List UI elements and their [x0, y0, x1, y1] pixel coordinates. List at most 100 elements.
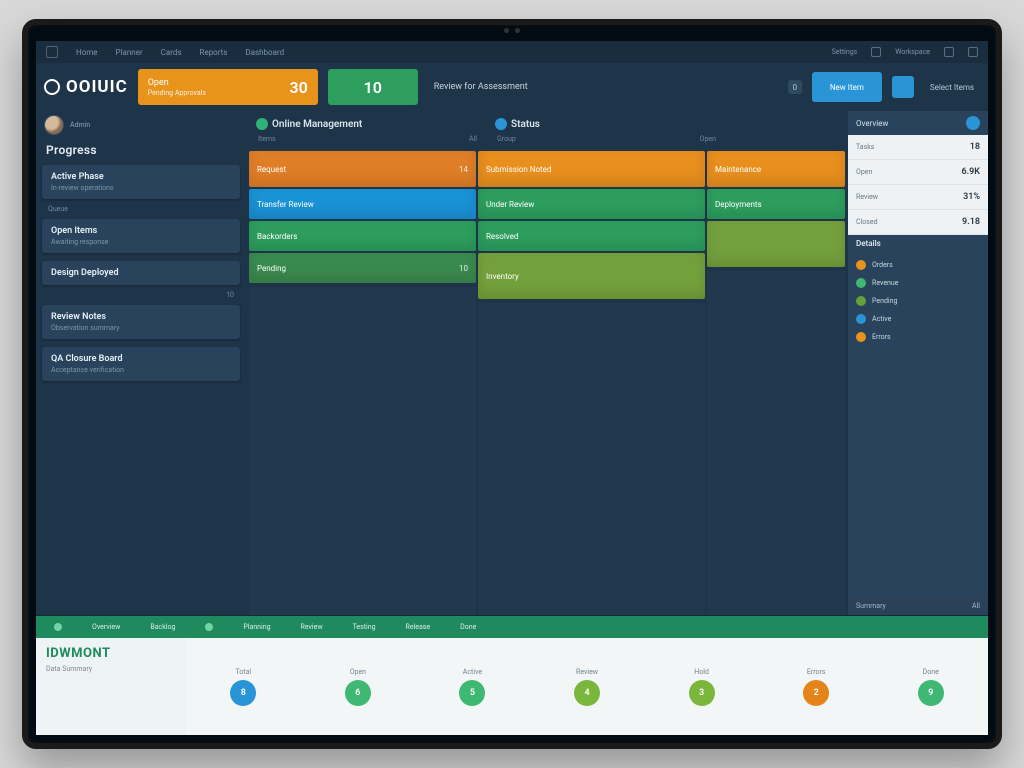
brand-logo[interactable]: OOIUIC	[44, 77, 128, 97]
brand-ring-icon	[44, 79, 60, 95]
nav-item[interactable]: Cards	[161, 48, 182, 57]
info-panel-title: Overview	[856, 119, 888, 128]
info-row[interactable]: Review 31%	[848, 185, 988, 210]
metric[interactable]: Hold3	[656, 668, 747, 706]
bar-item[interactable]: Release	[406, 623, 431, 631]
info-value: 31%	[963, 192, 980, 202]
status-dot-icon	[54, 623, 62, 631]
avatar[interactable]	[44, 115, 64, 135]
info-panel: Overview Tasks18 Open6.9K Review 31% Clos…	[848, 111, 988, 615]
card-label: Deployments	[715, 200, 762, 209]
action-button[interactable]	[892, 76, 914, 98]
info-row[interactable]: Tasks18	[848, 135, 988, 160]
stat-card-open[interactable]: Open Pending Approvals 30	[138, 69, 318, 105]
list-item[interactable]: Pending	[848, 292, 988, 310]
select-items-text: Select Items	[924, 83, 980, 92]
list-item[interactable]: Errors	[848, 328, 988, 346]
metric[interactable]: Done9	[885, 668, 976, 706]
column-title: Online Management	[272, 119, 362, 130]
nav-item[interactable]: Reports	[200, 48, 228, 57]
card-label: Maintenance	[715, 165, 761, 174]
card[interactable]	[707, 221, 845, 267]
sidebar-item[interactable]: Open Items Awaiting response	[42, 219, 240, 253]
metric[interactable]: Open6	[313, 668, 404, 706]
app-menu-icon[interactable]	[46, 46, 58, 58]
metric-circle: 8	[230, 680, 256, 706]
info-row[interactable]: Closed9.18	[848, 210, 988, 235]
metric-circle: 9	[918, 680, 944, 706]
bar-item[interactable]: Planning	[243, 623, 270, 631]
metric-circle: 5	[459, 680, 485, 706]
nav-item[interactable]: Dashboard	[245, 48, 284, 57]
card[interactable]: Deployments	[707, 189, 845, 219]
card[interactable]: Backorders	[249, 221, 476, 251]
sidebar-item[interactable]: Design Deployed	[42, 261, 240, 285]
device-frame: Home Planner Cards Reports Dashboard Set…	[22, 19, 1002, 749]
card-label: Inventory	[486, 272, 519, 281]
bar-item[interactable]: Review	[301, 623, 323, 631]
bar-item[interactable]: Done	[460, 623, 476, 631]
sidebar-count: 10	[36, 289, 246, 301]
footer-label: Summary	[856, 602, 886, 610]
card-label: Backorders	[257, 232, 297, 241]
list-item[interactable]: Revenue	[848, 274, 988, 292]
card[interactable]: Maintenance	[707, 151, 845, 187]
nav-item[interactable]: Planner	[116, 48, 143, 57]
list-item[interactable]: Orders	[848, 256, 988, 274]
sidebar-item-sub: Acceptance verification	[51, 366, 231, 374]
sidebar-item[interactable]: QA Closure Board Acceptance verification	[42, 347, 240, 381]
column-sublabel: Open	[700, 135, 716, 151]
info-label: Tasks	[856, 143, 874, 151]
nav-right-item[interactable]: Workspace	[895, 48, 930, 56]
camera-notch	[504, 28, 520, 33]
column-title: Status	[511, 119, 540, 130]
info-icon[interactable]	[966, 116, 980, 130]
info-label: Review	[856, 193, 878, 201]
stat-text: Review for Assessment	[428, 82, 778, 92]
metric[interactable]: Total 8	[198, 668, 289, 706]
card[interactable]: Inventory	[478, 253, 705, 299]
sidebar-item-title: Open Items	[51, 226, 231, 236]
column-empty-space	[478, 303, 705, 615]
list-item-label: Orders	[872, 261, 893, 269]
card-label: Pending	[257, 264, 286, 273]
sidebar-item-sub: Awaiting response	[51, 238, 231, 246]
sidebar-title: Progress	[36, 137, 246, 161]
bar-item[interactable]: Backlog	[150, 623, 175, 631]
card[interactable]: Under Review	[478, 189, 705, 219]
metric[interactable]: Errors2	[771, 668, 862, 706]
card[interactable]: Submission Noted	[478, 151, 705, 187]
main-body: Admin Progress Active Phase In-review op…	[36, 111, 988, 615]
metric-label: Total	[235, 668, 251, 676]
nav-right-item[interactable]: Settings	[832, 48, 858, 56]
nav-item[interactable]: Home	[76, 48, 98, 57]
avatar-role: Admin	[70, 121, 90, 129]
bar-item[interactable]: Testing	[353, 623, 376, 631]
metric[interactable]: Review4	[542, 668, 633, 706]
grid-icon[interactable]	[944, 47, 954, 57]
count-badge[interactable]: 0	[788, 80, 802, 94]
list-item[interactable]: Active	[848, 310, 988, 328]
sidebar-item[interactable]: Active Phase In-review operations	[42, 165, 240, 199]
dot-icon	[856, 278, 866, 288]
new-item-button[interactable]: New Item	[812, 72, 882, 102]
card[interactable]: Transfer Review	[249, 189, 476, 219]
card-label: Transfer Review	[257, 200, 314, 209]
bottom-brand-block: IDWMONT Data Summary	[36, 638, 186, 735]
footer-link[interactable]: All	[972, 602, 980, 610]
notification-icon[interactable]	[871, 47, 881, 57]
stat-card-green[interactable]: 10	[328, 69, 418, 105]
card[interactable]: Resolved	[478, 221, 705, 251]
dot-icon	[856, 314, 866, 324]
bar-item[interactable]: Overview	[92, 623, 120, 631]
sidebar-item[interactable]: Review Notes Observation summary	[42, 305, 240, 339]
card[interactable]: Pending10	[249, 253, 476, 283]
board: Online Management Status ItemsAll GroupO…	[246, 111, 848, 615]
info-row[interactable]: Open6.9K	[848, 160, 988, 185]
card[interactable]: Request14	[249, 151, 476, 187]
user-icon[interactable]	[968, 47, 978, 57]
metric[interactable]: Active5	[427, 668, 518, 706]
status-dot-icon	[495, 118, 507, 130]
info-panel-footer: Summary All	[848, 597, 988, 615]
board-column: Submission Noted Under Review Resolved I…	[477, 151, 706, 615]
